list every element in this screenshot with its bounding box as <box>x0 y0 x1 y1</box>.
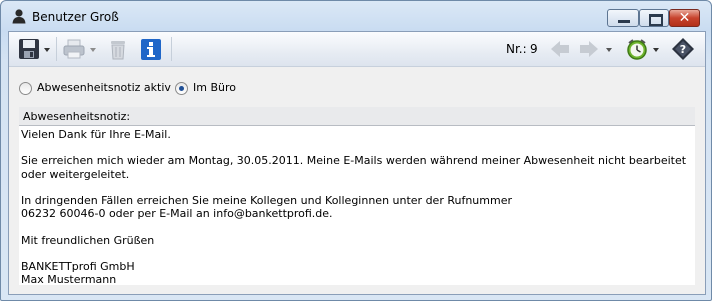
radio-in-office-indicator[interactable] <box>175 82 188 95</box>
save-button[interactable] <box>18 37 40 61</box>
save-icon <box>19 39 39 59</box>
radio-in-office[interactable]: Im Büro <box>175 81 245 96</box>
record-number-value: 9 <box>530 42 538 56</box>
toolbar: Nr.: 9 ? <box>9 32 705 67</box>
chevron-down-icon <box>606 48 612 52</box>
back-arrow-icon <box>551 41 569 57</box>
absence-note-header: Abwesenheitsnotiz: <box>19 107 695 126</box>
help-button[interactable]: ? <box>671 37 695 61</box>
chevron-down-icon <box>44 48 50 52</box>
info-button[interactable] <box>140 37 162 61</box>
previous-record-button[interactable] <box>549 37 571 61</box>
radio-absent-label[interactable]: Abwesenheitsnotiz aktiv <box>37 81 171 94</box>
user-icon <box>11 8 27 24</box>
print-dropdown-button[interactable] <box>88 37 98 61</box>
maximize-icon <box>649 14 663 26</box>
delete-button[interactable] <box>107 37 129 61</box>
maximize-button[interactable] <box>639 9 669 27</box>
radio-absent-indicator[interactable] <box>19 82 32 95</box>
window-title: Benutzer Groß <box>32 10 119 24</box>
chevron-down-icon <box>653 48 659 52</box>
toolbar-separator <box>171 37 172 61</box>
toolbar-separator <box>56 37 57 61</box>
trash-icon <box>111 41 125 60</box>
absence-note-label: Abwesenheitsnotiz: <box>23 110 131 123</box>
radio-in-office-label[interactable]: Im Büro <box>193 81 236 94</box>
info-icon <box>141 39 161 60</box>
reminder-button[interactable] <box>625 37 649 61</box>
forward-arrow-icon <box>580 41 598 57</box>
client-area: Nr.: 9 ? Abwesenheitsnotiz aktiv Im Büro… <box>8 31 706 295</box>
navigation-dropdown-button[interactable] <box>604 37 614 61</box>
absence-note-panel: Abwesenheitsnotiz: Vielen Dank für Ihre … <box>19 107 695 286</box>
svg-text:?: ? <box>680 43 686 56</box>
radio-absent[interactable]: Abwesenheitsnotiz aktiv <box>19 81 179 96</box>
save-dropdown-button[interactable] <box>42 37 52 61</box>
status-options: Abwesenheitsnotiz aktiv Im Büro <box>9 66 705 104</box>
minimize-icon <box>618 20 630 23</box>
minimize-button[interactable] <box>607 9 639 27</box>
next-record-button[interactable] <box>578 37 600 61</box>
title-bar[interactable]: Benutzer Groß ✕ <box>1 1 711 31</box>
close-button[interactable]: ✕ <box>669 9 700 27</box>
chevron-down-icon <box>90 48 96 52</box>
alarm-clock-icon <box>627 39 647 60</box>
window: Benutzer Groß ✕ Nr.: 9 ? Abwesenheitsnot… <box>0 0 712 301</box>
record-number-label: Nr.: <box>506 42 527 56</box>
print-button[interactable] <box>62 37 86 61</box>
close-icon: ✕ <box>678 10 691 26</box>
absence-note-text[interactable]: Vielen Dank für Ihre E-Mail. Sie erreich… <box>21 128 691 286</box>
reminder-dropdown-button[interactable] <box>651 37 661 61</box>
help-icon: ? <box>672 38 694 60</box>
print-icon <box>63 39 85 59</box>
